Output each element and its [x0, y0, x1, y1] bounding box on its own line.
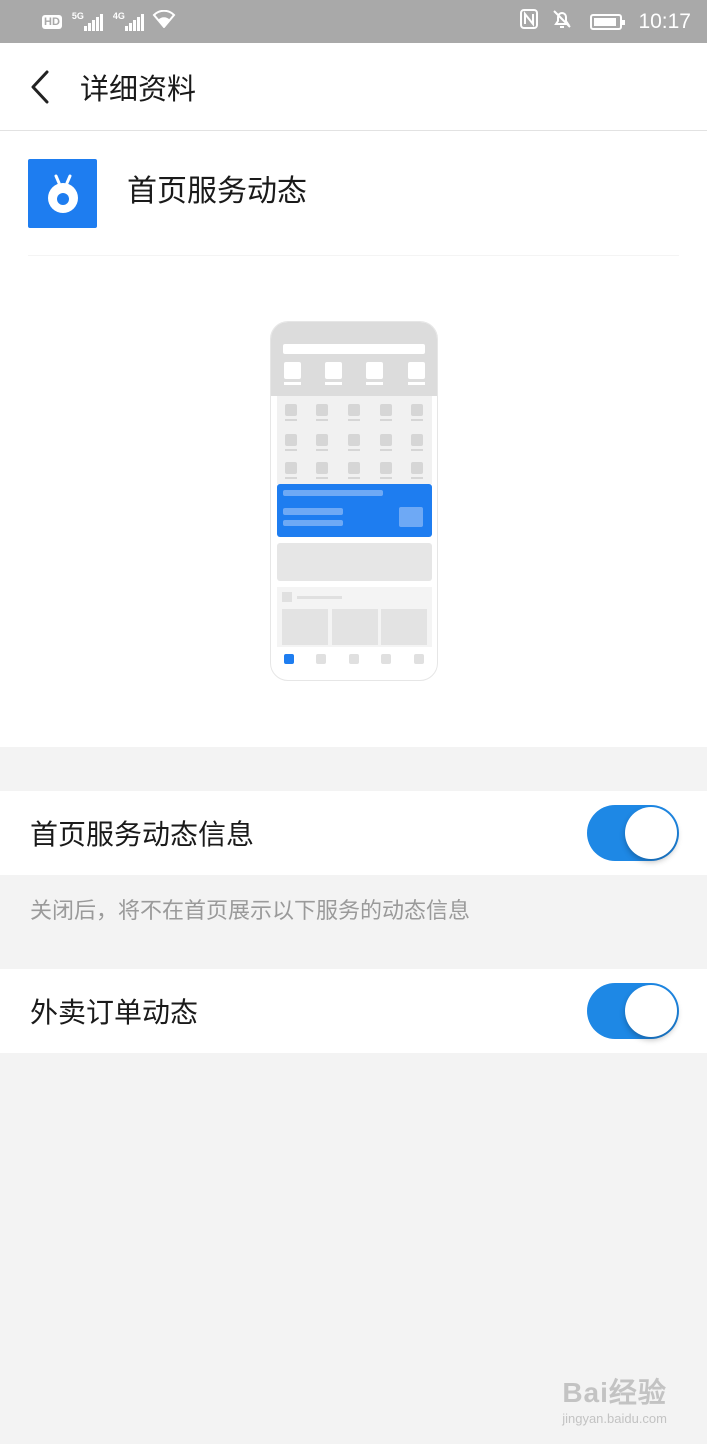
watermark-sub: jingyan.baidu.com — [562, 1411, 667, 1426]
app-detail-card: 首页服务动态 — [0, 131, 707, 747]
network-type-sim1: 5G — [71, 10, 84, 21]
network-type-sim2: 4G — [112, 10, 125, 21]
bug-logo-icon — [47, 174, 78, 213]
app-header: 详细资料 — [0, 43, 707, 131]
hd-badge: HD — [42, 14, 62, 29]
wifi-icon — [152, 9, 176, 33]
setting-row-takeout-order[interactable]: 外卖订单动态 — [0, 969, 707, 1053]
chevron-left-icon — [31, 70, 49, 103]
nfc-icon — [520, 9, 539, 34]
baidu-jingyan-watermark: Bai经验 jingyan.baidu.com — [562, 1371, 667, 1426]
signal-icon-sim1: 5G — [72, 11, 103, 31]
status-bar: HD 5G 4G 10:17 — [0, 0, 707, 43]
back-button[interactable] — [0, 43, 80, 131]
app-info-row: 首页服务动态 — [28, 159, 679, 256]
mute-bell-icon — [552, 9, 572, 34]
app-logo — [28, 159, 97, 228]
status-time: 10:17 — [638, 9, 691, 33]
toggle-knob — [625, 985, 677, 1037]
setting-label: 首页服务动态信息 — [30, 818, 255, 851]
battery-icon — [590, 13, 626, 30]
watermark-main: Bai经验 — [562, 1377, 667, 1408]
homepage-service-info-toggle[interactable] — [587, 805, 679, 861]
homepage-preview-illustration — [270, 321, 438, 681]
toggle-knob — [625, 807, 677, 859]
app-name: 首页服务动态 — [127, 174, 307, 209]
takeout-order-toggle[interactable] — [587, 983, 679, 1039]
setting-row-homepage-service-info[interactable]: 首页服务动态信息 — [0, 791, 707, 875]
signal-icon-sim2: 4G — [113, 11, 144, 31]
setting-label: 外卖订单动态 — [30, 996, 199, 1029]
page-title: 详细资料 — [80, 71, 197, 106]
setting-hint-text: 关闭后，将不在首页展示以下服务的动态信息 — [30, 899, 471, 924]
